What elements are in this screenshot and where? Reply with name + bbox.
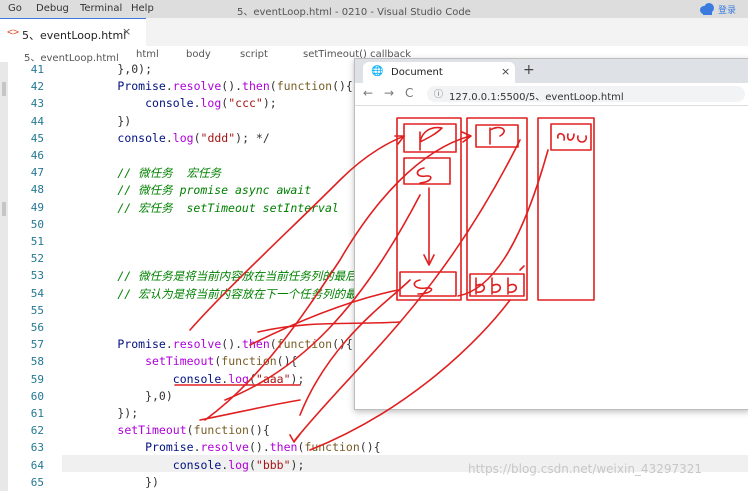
arrow-s2 xyxy=(299,279,411,416)
arrow-long xyxy=(309,299,511,451)
p-glyph xyxy=(419,126,443,151)
arrow-head xyxy=(289,433,301,443)
aaa-glyph xyxy=(556,132,587,143)
watermark: https://blog.csdn.net/weixin_43297321 xyxy=(468,462,703,476)
arrow-promise xyxy=(189,135,405,331)
tick-mark xyxy=(519,265,525,271)
p-box-2 xyxy=(475,124,519,148)
bbb-glyph xyxy=(475,277,518,295)
s-glyph xyxy=(416,167,432,184)
arrow-bbb xyxy=(294,139,521,441)
hand-drawn-annotations xyxy=(174,117,595,451)
arrow-down xyxy=(423,187,435,266)
arrow-s xyxy=(249,289,399,346)
queue-box-3 xyxy=(537,117,595,301)
underline-aaa-2 xyxy=(199,399,301,421)
p-glyph-2 xyxy=(489,126,505,145)
